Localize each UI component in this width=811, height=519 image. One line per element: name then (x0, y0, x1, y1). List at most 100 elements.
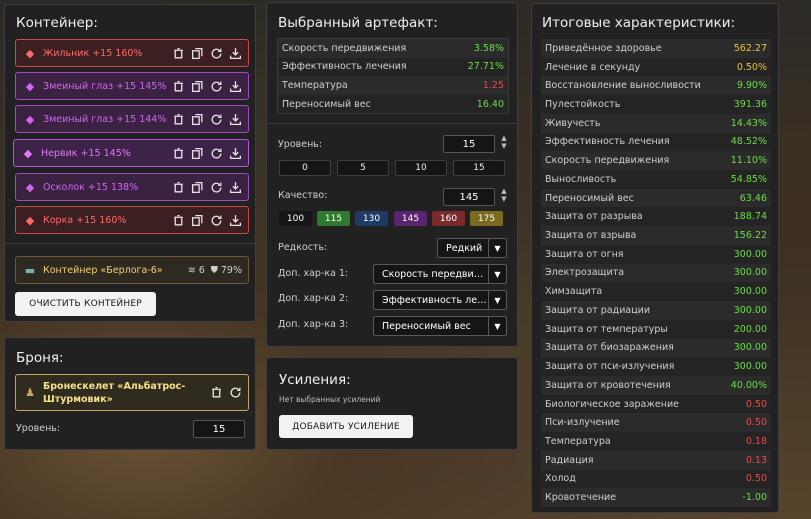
container-item[interactable]: ◆ Жильник +15 160% (15, 39, 249, 67)
download-icon[interactable] (228, 112, 243, 127)
copy-icon[interactable] (190, 112, 205, 127)
copy-icon[interactable] (190, 46, 205, 61)
totals-row-label: Защита от огня (545, 248, 624, 260)
download-icon[interactable] (228, 79, 243, 94)
totals-row-label: Пси-излучение (545, 417, 620, 429)
copy-icon[interactable] (190, 213, 205, 228)
copy-icon[interactable] (190, 79, 205, 94)
rarity-label: Редкость: (278, 242, 328, 253)
refresh-icon[interactable] (209, 79, 224, 94)
rarity-select[interactable]: Редкий ▼ (437, 238, 507, 258)
totals-row-value: 40.00% (730, 379, 767, 391)
totals-row-label: Химзащита (545, 286, 603, 298)
refresh-icon[interactable] (209, 46, 224, 61)
artifact-level-input[interactable]: 15 (443, 135, 495, 153)
refresh-icon[interactable] (228, 385, 243, 400)
totals-row-label: Защита от разрыва (545, 211, 643, 223)
container-item[interactable]: ◆ Нервик +15 145% (13, 139, 249, 167)
totals-row-value: 11.10% (730, 155, 767, 167)
extra-stat-1-value: Скорость передвижения (382, 268, 488, 280)
totals-row-label: Электрозащита (545, 267, 625, 279)
totals-row: Защита от биозаражения 300.00 (541, 338, 771, 358)
storage-slots: ≋ 6 (187, 264, 205, 276)
container-item[interactable]: ◆ Осколок +15 138% (15, 173, 249, 201)
totals-title: Итоговые характеристики: (542, 15, 736, 31)
armor-level-input[interactable]: 15 (193, 420, 245, 438)
trash-icon[interactable] (171, 79, 186, 94)
totals-row: Кровотечение -1.00 (541, 488, 771, 507)
totals-row: Скорость передвижения 11.10% (541, 151, 771, 171)
quality-preset-button[interactable]: 130 (355, 211, 388, 226)
trash-icon[interactable] (171, 213, 186, 228)
totals-row-value: 391.36 (733, 99, 767, 111)
refresh-icon[interactable] (209, 213, 224, 228)
copy-icon[interactable] (190, 180, 205, 195)
totals-row-label: Переносимый вес (545, 192, 634, 204)
totals-row-value: 300.00 (733, 267, 767, 279)
totals-row: Приведённое здоровье 562.27 (541, 39, 771, 58)
copy-icon[interactable] (190, 146, 205, 161)
quality-preset-button[interactable]: 100 (279, 211, 312, 226)
totals-row-label: Радиация (545, 454, 594, 466)
container-title: Контейнер: (16, 15, 98, 31)
trash-icon[interactable] (171, 146, 186, 161)
container-icon: ▬ (24, 263, 36, 277)
download-icon[interactable] (228, 180, 243, 195)
armor-icon: ♟ (25, 386, 35, 399)
refresh-icon[interactable] (209, 112, 224, 127)
stat-row: Переносимый вес 16.40 (278, 94, 508, 114)
clear-container-button[interactable]: ОЧИСТИТЬ КОНТЕЙНЕР (15, 292, 156, 316)
totals-row: Защита от разрыва 188.74 (541, 207, 771, 227)
download-icon[interactable] (228, 146, 243, 161)
add-boost-button[interactable]: ДОБАВИТЬ УСИЛЕНИЕ (279, 415, 413, 438)
quality-stepper[interactable]: ▲ ▼ (500, 187, 508, 203)
chevron-down-icon: ▼ (488, 265, 506, 283)
totals-row-label: Скорость передвижения (545, 155, 670, 167)
totals-row-label: Защита от взрыва (545, 230, 637, 242)
level-preset-button[interactable]: 15 (453, 160, 505, 176)
artifact-icon: ◆ (25, 112, 35, 126)
quality-preset-button[interactable]: 115 (317, 211, 350, 226)
stat-row: Температура 1.25 (278, 76, 508, 95)
level-preset-button[interactable]: 10 (395, 160, 447, 176)
armor-title: Броня: (16, 350, 64, 366)
extra-stat-2-value: Эффективность лечения (382, 294, 488, 306)
extra-stat-2-label: Доп. хар-ка 2: (278, 293, 349, 304)
shield-icon: ⛊ (210, 264, 218, 276)
refresh-icon[interactable] (209, 180, 224, 195)
quality-preset-button[interactable]: 145 (394, 211, 427, 226)
extra-stat-2-select[interactable]: Эффективность лечения ▼ (373, 290, 507, 310)
download-icon[interactable] (228, 46, 243, 61)
level-preset-button[interactable]: 5 (337, 160, 389, 176)
item-name: Жильник +15 160% (43, 47, 143, 59)
quality-input[interactable]: 145 (443, 188, 495, 206)
download-icon[interactable] (228, 213, 243, 228)
totals-row: Холод 0.50 (541, 469, 771, 489)
extra-stat-1-select[interactable]: Скорость передвижения ▼ (373, 264, 507, 284)
trash-icon[interactable] (171, 112, 186, 127)
artifact-panel: Выбранный артефакт: Скорость передвижени… (266, 2, 518, 347)
trash-icon[interactable] (171, 180, 186, 195)
extra-stat-3-select[interactable]: Переносимый вес ▼ (373, 316, 507, 336)
totals-row: Химзащита 300.00 (541, 282, 771, 302)
refresh-icon[interactable] (209, 146, 224, 161)
level-stepper[interactable]: ▲ ▼ (500, 134, 508, 150)
totals-row-value: 562.27 (733, 42, 767, 54)
trash-icon[interactable] (171, 46, 186, 61)
totals-row-value: 300.00 (733, 304, 767, 316)
boosts-empty-text: Нет выбранных усилений (279, 395, 381, 404)
container-item[interactable]: ◆ Змеиный глаз +15 145% (15, 72, 249, 100)
totals-row: Защита от температуры 200.00 (541, 319, 771, 339)
container-panel: Контейнер: ◆ Жильник +15 160% ◆ Змеиный … (4, 4, 256, 322)
armor-item[interactable]: ♟ Бронескелет «Альбатрос-Штурмовик» (15, 374, 249, 411)
artifact-level-label: Уровень: (278, 139, 323, 150)
quality-preset-button[interactable]: 175 (470, 211, 503, 226)
totals-row-label: Лечение в секунду (545, 61, 641, 73)
container-item[interactable]: ◆ Змеиный глаз +15 144% (15, 105, 249, 133)
storage-container-row[interactable]: ▬ Контейнер «Берлога-6» ≋ 6 ⛊ 79% (15, 256, 249, 284)
level-preset-button[interactable]: 0 (279, 160, 331, 176)
container-item[interactable]: ◆ Корка +15 160% (15, 206, 249, 234)
quality-preset-button[interactable]: 160 (432, 211, 465, 226)
trash-icon[interactable] (209, 385, 224, 400)
totals-row-value: 14.43% (730, 117, 767, 129)
